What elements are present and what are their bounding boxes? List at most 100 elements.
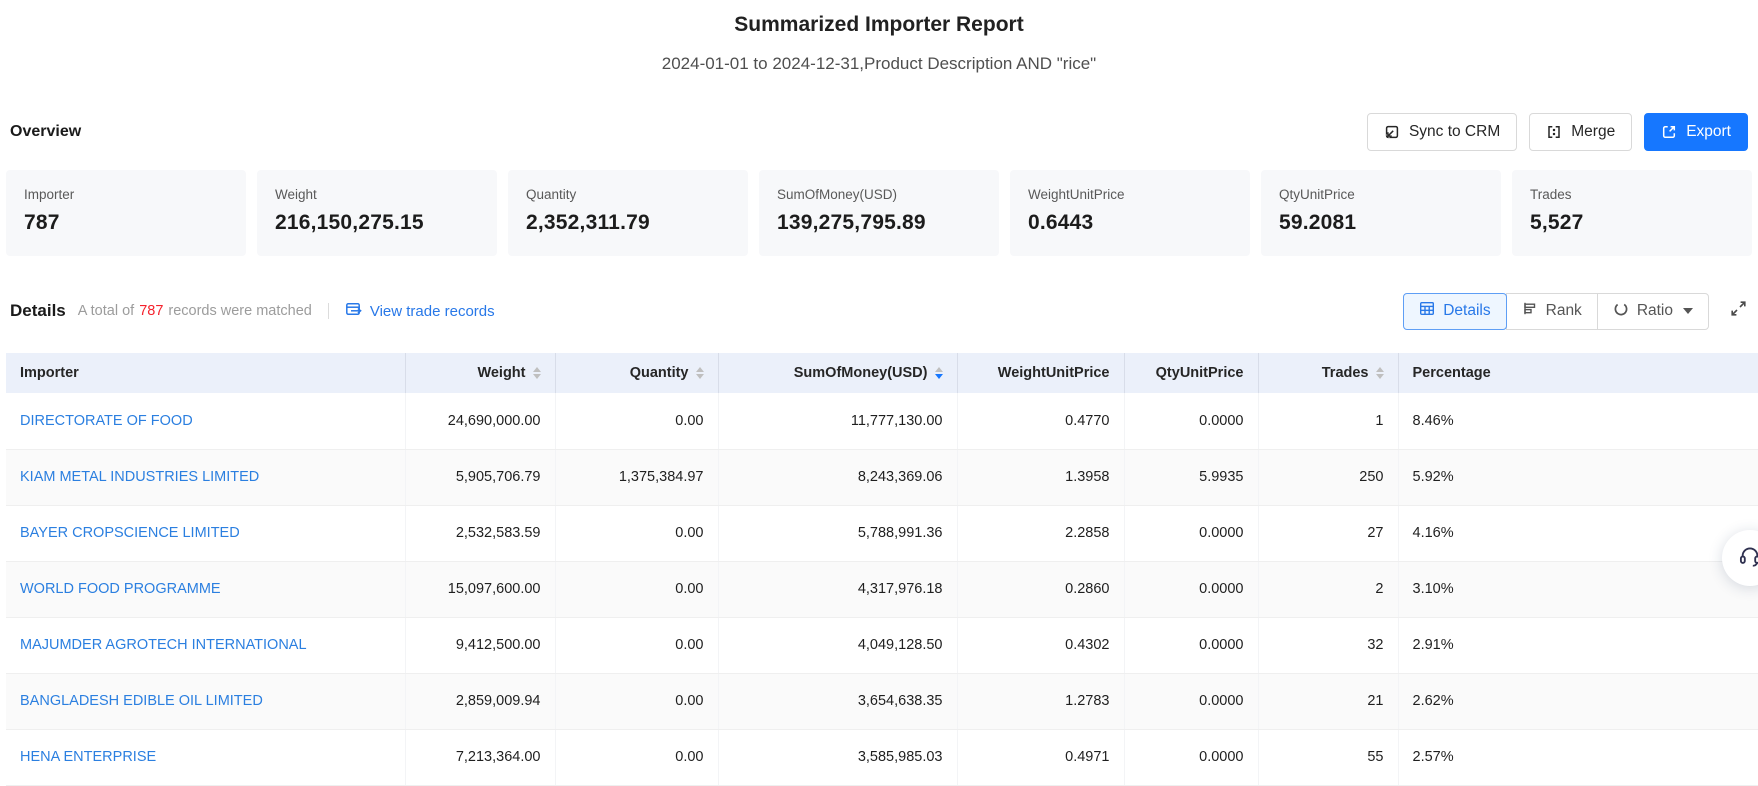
stat-card-value: 59.2081 — [1279, 211, 1483, 235]
table-row: MAJUMDER AGROTECH INTERNATIONAL 9,412,500… — [6, 617, 1758, 673]
cell-percentage: 5.92% — [1398, 449, 1758, 505]
column-header-sum_of_money[interactable]: SumOfMoney(USD) — [718, 353, 957, 393]
column-header-percentage: Percentage — [1398, 353, 1758, 393]
vertical-divider — [328, 303, 329, 319]
column-header-weight[interactable]: Weight — [405, 353, 555, 393]
importer-link[interactable]: WORLD FOOD PROGRAMME — [20, 581, 221, 597]
cell-weight: 15,097,600.00 — [405, 561, 555, 617]
stat-card-label: Trades — [1530, 187, 1734, 202]
overview-heading: Overview — [10, 123, 81, 141]
cell-weight: 5,905,706.79 — [405, 449, 555, 505]
importer-link[interactable]: KIAM METAL INDUSTRIES LIMITED — [20, 469, 259, 485]
cell-percentage: 3.10% — [1398, 561, 1758, 617]
cell-sum_of_money: 5,788,991.36 — [718, 505, 957, 561]
cell-percentage: 2.57% — [1398, 729, 1758, 785]
column-label: QtyUnitPrice — [1156, 365, 1244, 381]
importer-link[interactable]: DIRECTORATE OF FOOD — [20, 413, 193, 429]
cell-sum_of_money: 3,585,985.03 — [718, 729, 957, 785]
match-summary-prefix: A total of — [78, 303, 134, 319]
sort-icon[interactable] — [696, 367, 704, 380]
column-header-qty_unit_price: QtyUnitPrice — [1124, 353, 1258, 393]
merge-button[interactable]: Merge — [1529, 113, 1632, 151]
sort-icon[interactable] — [1376, 367, 1384, 380]
view-trade-records-link[interactable]: View trade records — [345, 301, 495, 321]
cell-importer: KIAM METAL INDUSTRIES LIMITED — [6, 449, 405, 505]
cell-weight_unit_price: 1.2783 — [957, 673, 1124, 729]
column-label: SumOfMoney(USD) — [794, 365, 928, 381]
cell-trades: 21 — [1258, 673, 1398, 729]
ratio-icon — [1613, 301, 1629, 322]
tab-ratio[interactable]: Ratio — [1597, 293, 1709, 330]
table-row: BANGLADESH EDIBLE OIL LIMITED2,859,009.9… — [6, 673, 1758, 729]
cell-weight_unit_price: 0.4971 — [957, 729, 1124, 785]
cell-weight_unit_price: 1.3958 — [957, 449, 1124, 505]
cell-sum_of_money: 8,243,369.06 — [718, 449, 957, 505]
cell-importer: HENA ENTERPRISE — [6, 729, 405, 785]
stat-card-value: 216,150,275.15 — [275, 211, 479, 235]
cell-weight: 9,412,500.00 — [405, 617, 555, 673]
cell-quantity: 1,375,384.97 — [555, 449, 718, 505]
importer-link[interactable]: BANGLADESH EDIBLE OIL LIMITED — [20, 693, 263, 709]
tab-rank-label: Rank — [1546, 302, 1582, 320]
sort-icon[interactable] — [935, 367, 943, 380]
stat-card: Quantity2,352,311.79 — [508, 170, 748, 256]
table-row: KIAM METAL INDUSTRIES LIMITED 5,905,706.7… — [6, 449, 1758, 505]
summarized-importer-report-page: Summarized Importer Report 2024-01-01 to… — [0, 0, 1758, 786]
cell-weight: 7,213,364.00 — [405, 729, 555, 785]
cell-qty_unit_price: 0.0000 — [1124, 617, 1258, 673]
table-row: DIRECTORATE OF FOOD24,690,000.000.0011,7… — [6, 393, 1758, 449]
table-row: HENA ENTERPRISE7,213,364.000.003,585,985… — [6, 729, 1758, 785]
cell-trades: 250 — [1258, 449, 1398, 505]
stat-card: Trades5,527 — [1512, 170, 1752, 256]
importer-link[interactable]: BAYER CROPSCIENCE LIMITED — [20, 525, 240, 541]
sync-to-crm-button[interactable]: Sync to CRM — [1367, 113, 1517, 151]
table-icon — [1419, 301, 1435, 321]
cell-weight_unit_price: 0.4302 — [957, 617, 1124, 673]
column-header-quantity[interactable]: Quantity — [555, 353, 718, 393]
tab-ratio-label: Ratio — [1637, 302, 1673, 320]
cell-quantity: 0.00 — [555, 505, 718, 561]
table-row: WORLD FOOD PROGRAMME15,097,600.000.004,3… — [6, 561, 1758, 617]
sort-icon[interactable] — [533, 367, 541, 380]
importer-link[interactable]: HENA ENTERPRISE — [20, 749, 156, 765]
tab-details[interactable]: Details — [1403, 293, 1506, 330]
stat-card-label: WeightUnitPrice — [1028, 187, 1232, 202]
merge-label: Merge — [1571, 123, 1615, 141]
view-switch: Details Rank — [1403, 293, 1748, 330]
cell-qty_unit_price: 0.0000 — [1124, 729, 1258, 785]
table-header-row: ImporterWeightQuantitySumOfMoney(USD)Wei… — [6, 353, 1758, 393]
export-icon — [1661, 124, 1677, 140]
caret-down-icon — [1683, 308, 1693, 314]
column-label: Percentage — [1413, 365, 1491, 381]
stat-card: WeightUnitPrice0.6443 — [1010, 170, 1250, 256]
stat-card-label: Weight — [275, 187, 479, 202]
stat-card: Weight 216,150,275.15 — [257, 170, 497, 256]
page-subtitle: 2024-01-01 to 2024-12-31,Product Descrip… — [0, 52, 1758, 76]
match-summary: A total of787records were matched — [78, 303, 312, 319]
column-label: Quantity — [630, 365, 689, 381]
column-header-trades[interactable]: Trades — [1258, 353, 1398, 393]
tab-rank[interactable]: Rank — [1506, 293, 1598, 330]
tab-details-label: Details — [1443, 302, 1490, 320]
table-row: BAYER CROPSCIENCE LIMITED 2,532,583.590.0… — [6, 505, 1758, 561]
stat-card: QtyUnitPrice59.2081 — [1261, 170, 1501, 256]
headset-icon — [1737, 543, 1758, 574]
rank-icon — [1522, 301, 1538, 321]
details-table-container: ImporterWeightQuantitySumOfMoney(USD)Wei… — [6, 353, 1752, 786]
trade-records-icon — [345, 301, 362, 321]
cell-percentage: 8.46% — [1398, 393, 1758, 449]
cell-weight: 2,532,583.59 — [405, 505, 555, 561]
export-button[interactable]: Export — [1644, 113, 1748, 151]
importer-link[interactable]: MAJUMDER AGROTECH INTERNATIONAL — [20, 637, 307, 653]
cell-qty_unit_price: 5.9935 — [1124, 449, 1258, 505]
sync-to-crm-icon — [1384, 124, 1400, 140]
match-count: 787 — [139, 303, 163, 319]
column-label: Weight — [477, 365, 525, 381]
sync-to-crm-label: Sync to CRM — [1409, 123, 1500, 141]
merge-icon — [1546, 124, 1562, 140]
cell-qty_unit_price: 0.0000 — [1124, 673, 1258, 729]
cell-percentage: 2.91% — [1398, 617, 1758, 673]
details-summary: Details A total of787records were matche… — [10, 301, 495, 321]
cell-quantity: 0.00 — [555, 617, 718, 673]
fullscreen-button[interactable] — [1729, 299, 1748, 323]
